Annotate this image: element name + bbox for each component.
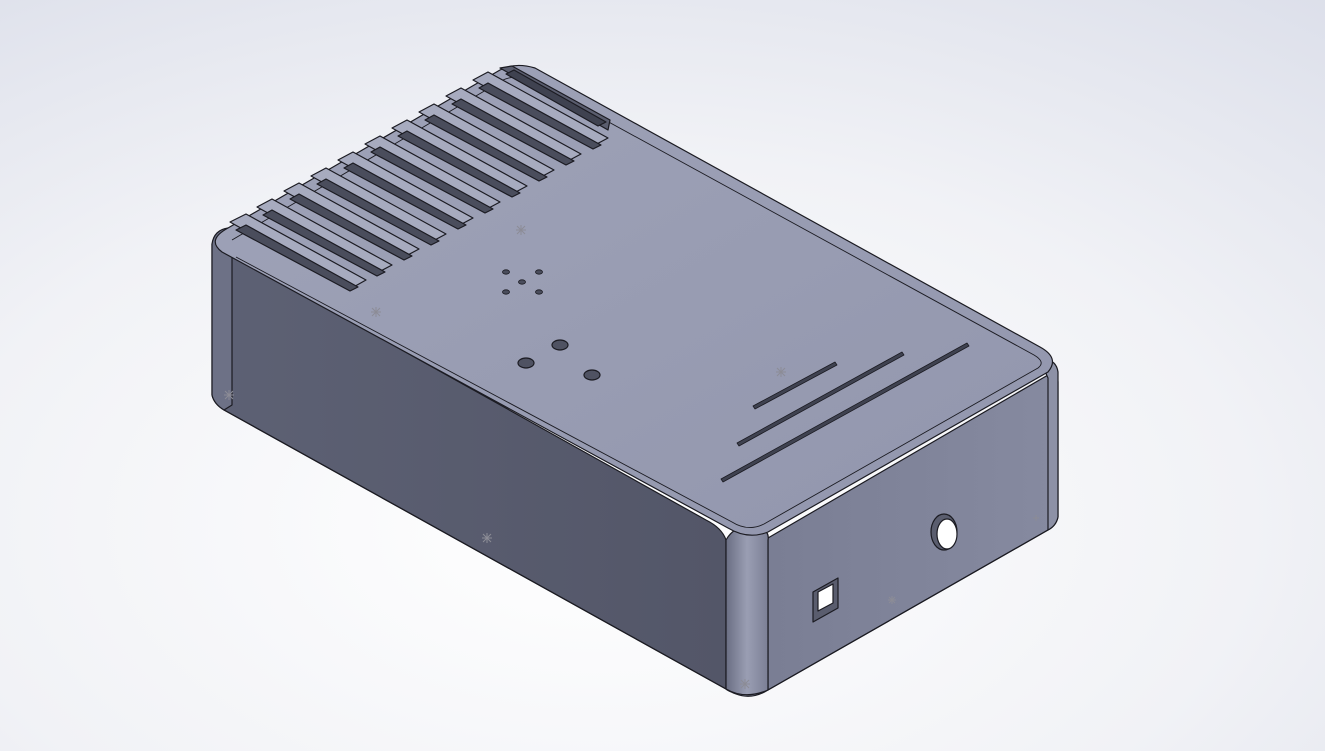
- reference-marker-icon: [371, 307, 381, 317]
- small-hole: [518, 279, 526, 285]
- cad-model-view[interactable]: [0, 0, 1325, 751]
- small-hole: [502, 269, 510, 275]
- cad-viewport[interactable]: [0, 0, 1325, 751]
- reference-marker-icon: [482, 533, 492, 543]
- large-hole: [583, 369, 601, 381]
- small-hole: [502, 289, 510, 295]
- reference-marker-icon: [224, 390, 234, 400]
- reference-marker-icon: [888, 596, 896, 604]
- small-hole: [535, 289, 543, 295]
- large-hole: [551, 339, 569, 351]
- round-hole-inner: [936, 518, 958, 550]
- reference-marker-icon: [516, 225, 526, 235]
- large-hole: [517, 357, 535, 369]
- reference-marker-icon: [740, 679, 750, 689]
- front-round-hole: [930, 513, 958, 551]
- front-corner-fillet: [725, 525, 769, 697]
- reference-marker-icon: [776, 367, 786, 377]
- small-hole: [535, 269, 543, 275]
